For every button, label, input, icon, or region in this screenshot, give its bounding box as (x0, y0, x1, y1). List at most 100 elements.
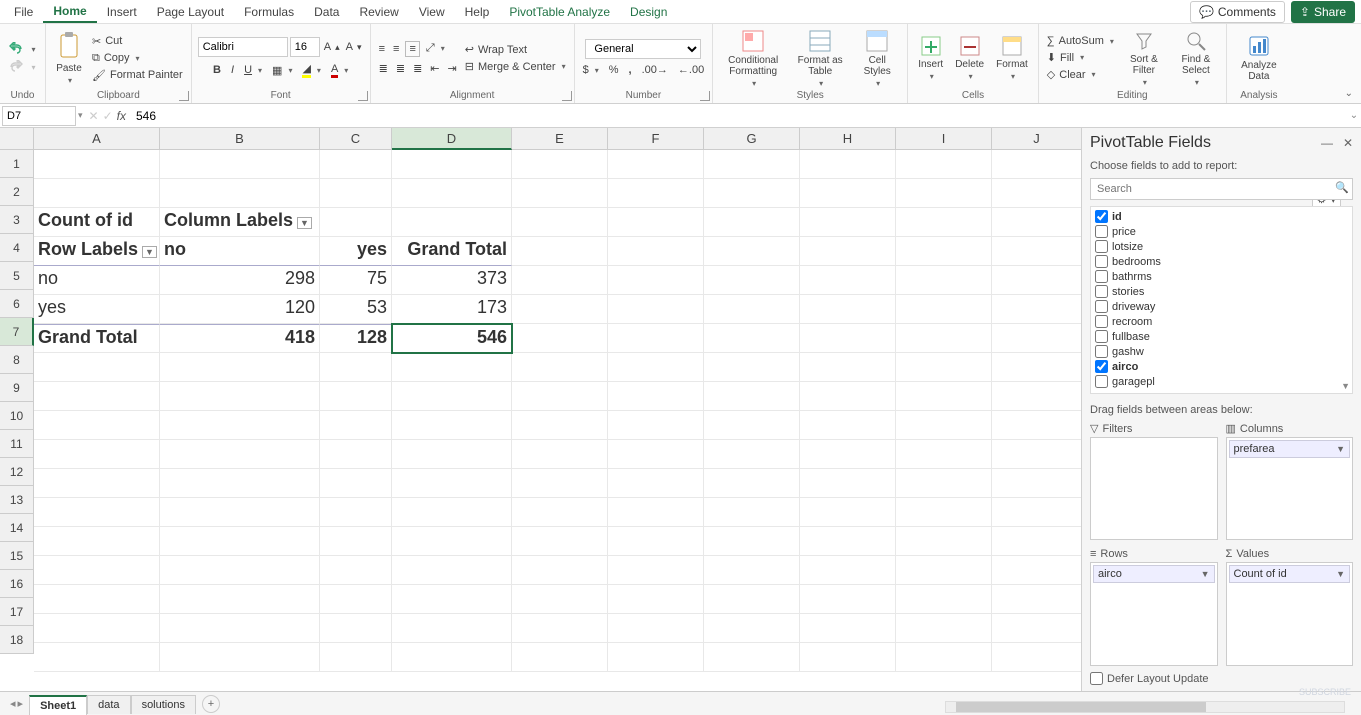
cell-B5[interactable]: 298 (160, 266, 320, 295)
cell-I3[interactable] (896, 208, 992, 237)
row-header-7[interactable]: 7 (0, 318, 34, 346)
cell-I2[interactable] (896, 179, 992, 208)
field-checkbox-airco[interactable] (1095, 360, 1108, 373)
currency-button[interactable]: $ (581, 63, 601, 77)
cell-I10[interactable] (896, 411, 992, 440)
cell-C13[interactable] (320, 498, 392, 527)
cell-H14[interactable] (800, 527, 896, 556)
cell-J12[interactable] (992, 469, 1081, 498)
cell-H10[interactable] (800, 411, 896, 440)
cell-B7[interactable]: 418 (160, 324, 320, 353)
cell-H1[interactable] (800, 150, 896, 179)
tab-home[interactable]: Home (43, 1, 96, 23)
cell-G11[interactable] (704, 440, 800, 469)
sheet-nav-prev[interactable]: ◂ (10, 697, 16, 710)
borders-button[interactable]: ▦ (270, 63, 294, 78)
format-cells-button[interactable]: Format (992, 33, 1032, 83)
row-header-6[interactable]: 6 (0, 290, 34, 318)
cell-I5[interactable] (896, 266, 992, 295)
redo-button[interactable] (7, 59, 37, 75)
cell-F6[interactable] (608, 295, 704, 324)
cancel-formula-icon[interactable]: ✕ (89, 109, 99, 123)
cell-A6[interactable]: yes (34, 295, 160, 324)
cell-E16[interactable] (512, 585, 608, 614)
cell-J8[interactable] (992, 353, 1081, 382)
cell-D14[interactable] (392, 527, 512, 556)
copy-button[interactable]: ⧉Copy (90, 51, 185, 66)
row-header-11[interactable]: 11 (0, 430, 34, 458)
cell-C12[interactable] (320, 469, 392, 498)
cell-J7[interactable] (992, 324, 1081, 353)
pivot-minimize-button[interactable]: — (1321, 136, 1333, 150)
cell-J11[interactable] (992, 440, 1081, 469)
col-header-D[interactable]: D (392, 128, 512, 150)
cell-I18[interactable] (896, 643, 992, 672)
cell-J3[interactable] (992, 208, 1081, 237)
align-center-button[interactable]: ≣ (394, 61, 407, 76)
wrap-text-button[interactable]: ↩Wrap Text (463, 42, 568, 57)
col-header-J[interactable]: J (992, 128, 1081, 150)
field-stories[interactable]: stories (1093, 284, 1350, 299)
cell-C10[interactable] (320, 411, 392, 440)
formula-input[interactable] (132, 109, 1347, 123)
cell-E13[interactable] (512, 498, 608, 527)
cell-D1[interactable] (392, 150, 512, 179)
cell-G16[interactable] (704, 585, 800, 614)
horizontal-scrollbar[interactable] (945, 701, 1345, 713)
name-box[interactable] (2, 106, 76, 126)
columns-field-pill[interactable]: prefarea▼ (1229, 440, 1351, 458)
cell-A4[interactable]: Row Labels▼ (34, 237, 160, 266)
row-header-13[interactable]: 13 (0, 486, 34, 514)
decrease-font-button[interactable]: A▾ (344, 40, 364, 54)
cell-C14[interactable] (320, 527, 392, 556)
cell-G8[interactable] (704, 353, 800, 382)
increase-decimal-button[interactable]: .00→ (640, 63, 670, 77)
row-header-17[interactable]: 17 (0, 598, 34, 626)
cell-A14[interactable] (34, 527, 160, 556)
cell-I7[interactable] (896, 324, 992, 353)
cell-F11[interactable] (608, 440, 704, 469)
decrease-decimal-button[interactable]: ←.00 (676, 63, 706, 77)
cell-D8[interactable] (392, 353, 512, 382)
conditional-formatting-button[interactable]: Conditional Formatting (719, 27, 787, 90)
cell-D6[interactable]: 173 (392, 295, 512, 324)
cell-F18[interactable] (608, 643, 704, 672)
row-header-16[interactable]: 16 (0, 570, 34, 598)
percent-button[interactable]: % (607, 63, 621, 77)
field-garagepl[interactable]: garagepl (1093, 374, 1350, 389)
cell-E14[interactable] (512, 527, 608, 556)
sheet-tab-data[interactable]: data (87, 695, 130, 714)
cell-C16[interactable] (320, 585, 392, 614)
cell-J6[interactable] (992, 295, 1081, 324)
cell-H8[interactable] (800, 353, 896, 382)
cell-J5[interactable] (992, 266, 1081, 295)
cell-B4[interactable]: no (160, 237, 320, 266)
cell-D18[interactable] (392, 643, 512, 672)
cell-C7[interactable]: 128 (320, 324, 392, 353)
underline-button[interactable]: U (242, 63, 264, 77)
formula-expand-button[interactable]: ⌄ (1347, 110, 1361, 121)
col-header-I[interactable]: I (896, 128, 992, 150)
cell-F2[interactable] (608, 179, 704, 208)
cell-G18[interactable] (704, 643, 800, 672)
field-price[interactable]: price (1093, 224, 1350, 239)
cell-C8[interactable] (320, 353, 392, 382)
cell-J17[interactable] (992, 614, 1081, 643)
cell-J15[interactable] (992, 556, 1081, 585)
tab-design[interactable]: Design (620, 2, 677, 22)
comma-button[interactable]: , (627, 63, 634, 77)
cell-H17[interactable] (800, 614, 896, 643)
cell-F7[interactable] (608, 324, 704, 353)
cell-I11[interactable] (896, 440, 992, 469)
row-header-12[interactable]: 12 (0, 458, 34, 486)
cell-C5[interactable]: 75 (320, 266, 392, 295)
fill-color-button[interactable]: ◢ (300, 61, 322, 79)
ribbon-collapse-button[interactable]: ⌄ (1345, 88, 1353, 99)
cell-J1[interactable] (992, 150, 1081, 179)
column-labels-dropdown[interactable]: ▼ (297, 217, 312, 229)
italic-button[interactable]: I (229, 63, 236, 77)
format-painter-button[interactable]: 🖌Format Painter (90, 68, 185, 83)
cell-J9[interactable] (992, 382, 1081, 411)
tab-help[interactable]: Help (455, 2, 500, 22)
values-field-pill[interactable]: Count of id▼ (1229, 565, 1351, 583)
